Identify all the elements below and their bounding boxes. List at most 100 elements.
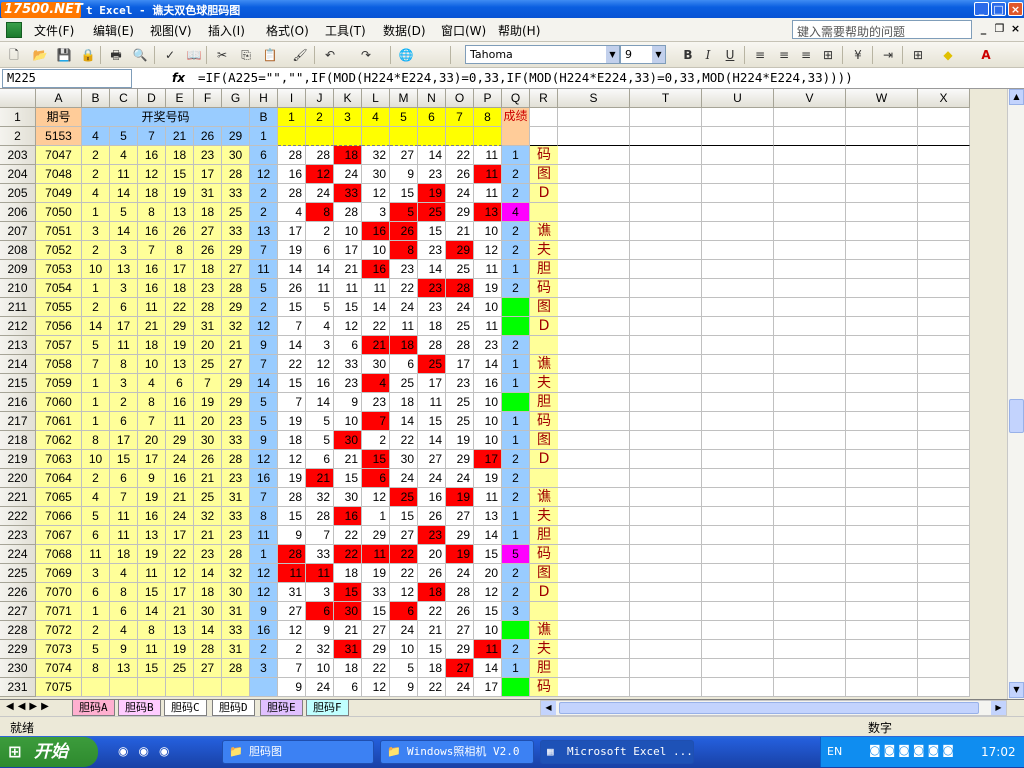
cell[interactable] [558, 165, 630, 184]
cell[interactable] [918, 526, 970, 545]
cell[interactable] [630, 602, 702, 621]
row-header[interactable]: 216 [0, 393, 36, 412]
red-ball-cell[interactable]: 21 [194, 469, 222, 488]
cell[interactable] [846, 526, 918, 545]
red-ball-cell[interactable]: 21 [194, 526, 222, 545]
red-ball-cell[interactable]: 25 [194, 488, 222, 507]
blue-ball-cell[interactable]: 2 [250, 203, 278, 222]
help-search-input[interactable]: 键入需要帮助的问题 [792, 20, 972, 39]
issue-cell[interactable]: 7048 [36, 165, 82, 184]
menu-item[interactable]: 工具(T) [325, 22, 366, 39]
cell[interactable] [702, 108, 774, 127]
bile-col-header[interactable]: 6 [418, 108, 446, 127]
bile-cell[interactable]: 18 [418, 317, 446, 336]
cell[interactable] [558, 298, 630, 317]
cell[interactable] [558, 393, 630, 412]
annotation-cell[interactable]: 夫 [530, 374, 558, 393]
blue-ball-cell[interactable]: 16 [250, 469, 278, 488]
row-header[interactable]: 230 [0, 659, 36, 678]
cut-icon[interactable]: ✂ [214, 47, 230, 63]
red-ball-cell[interactable]: 14 [82, 317, 110, 336]
select-all-corner[interactable] [0, 89, 36, 108]
row-header[interactable]: 209 [0, 260, 36, 279]
cell[interactable] [774, 222, 846, 241]
bile-cell[interactable]: 28 [278, 146, 306, 165]
bile-cell[interactable]: 24 [446, 184, 474, 203]
merge-center-icon[interactable]: ⊞ [820, 47, 836, 63]
cell[interactable] [702, 621, 774, 640]
cell[interactable] [558, 184, 630, 203]
issue-header[interactable]: 期号 [36, 108, 82, 127]
tab-sheet[interactable]: 胆码E [260, 700, 303, 716]
red-ball-cell[interactable]: 23 [222, 526, 250, 545]
bile-cell[interactable]: 29 [446, 241, 474, 260]
blue-ball-cell[interactable]: 11 [250, 526, 278, 545]
bile-cell[interactable]: 17 [334, 241, 362, 260]
task-camera[interactable]: 📁 Windows照相机 V2.0 [380, 740, 534, 764]
red-ball-cell[interactable]: 12 [166, 564, 194, 583]
red-ball-cell[interactable]: 7 [138, 412, 166, 431]
cell[interactable] [918, 165, 970, 184]
cell[interactable] [846, 355, 918, 374]
cell[interactable] [846, 469, 918, 488]
bile-cell[interactable]: 18 [334, 146, 362, 165]
red-ball-cell[interactable]: 6 [110, 298, 138, 317]
bile-cell[interactable]: 3 [306, 336, 334, 355]
blue-ball-cell[interactable]: 7 [250, 355, 278, 374]
bile-cell[interactable]: 22 [390, 431, 418, 450]
bile-cell[interactable]: 8 [306, 203, 334, 222]
red-ball-cell[interactable]: 2 [82, 621, 110, 640]
bile-cell[interactable]: 23 [334, 374, 362, 393]
red-ball-cell[interactable]: 5 [82, 640, 110, 659]
currency-icon[interactable]: ¥ [850, 47, 866, 63]
cell[interactable] [702, 469, 774, 488]
red-ball-cell[interactable]: 29 [222, 374, 250, 393]
cell[interactable] [774, 583, 846, 602]
bile-cell[interactable]: 6 [390, 602, 418, 621]
cell[interactable] [774, 108, 846, 127]
red-ball-cell[interactable]: 21 [166, 602, 194, 621]
annotation-cell[interactable]: 夫 [530, 507, 558, 526]
bile-cell[interactable]: 29 [446, 640, 474, 659]
tab-sheet[interactable]: 胆码C [164, 700, 207, 716]
bile-cell[interactable]: 24 [446, 678, 474, 697]
bile-cell[interactable]: 12 [474, 241, 502, 260]
bile-cell[interactable]: 28 [278, 184, 306, 203]
column-header[interactable]: G [222, 89, 250, 108]
cell[interactable] [918, 431, 970, 450]
bile-cell[interactable]: 27 [390, 146, 418, 165]
cell[interactable] [918, 488, 970, 507]
bile-cell[interactable]: 11 [474, 146, 502, 165]
bile-cell[interactable]: 11 [474, 184, 502, 203]
bile-cell[interactable]: 26 [446, 602, 474, 621]
score-cell[interactable]: 2 [502, 279, 530, 298]
row-header[interactable]: 208 [0, 241, 36, 260]
red-ball-cell[interactable]: 27 [194, 222, 222, 241]
cell[interactable] [918, 469, 970, 488]
doc-close-button[interactable]: × [1008, 22, 1023, 36]
bile-cell[interactable]: 14 [278, 260, 306, 279]
bile-col-header[interactable]: 3 [334, 108, 362, 127]
bile-cell[interactable]: 24 [390, 298, 418, 317]
bile-cell[interactable]: 30 [362, 165, 390, 184]
fx-icon[interactable]: fx [172, 71, 185, 85]
red-ball-cell[interactable]: 19 [166, 640, 194, 659]
fill-color-icon[interactable]: ◆ [940, 47, 956, 63]
bile-cell[interactable]: 8 [390, 241, 418, 260]
cell[interactable] [630, 450, 702, 469]
red-ball-cell[interactable]: 16 [166, 469, 194, 488]
blue-ball-cell[interactable]: 16 [250, 621, 278, 640]
cell[interactable] [774, 450, 846, 469]
bile-cell[interactable]: 32 [362, 146, 390, 165]
red-ball-cell[interactable]: 18 [110, 545, 138, 564]
score-cell[interactable]: 1 [502, 659, 530, 678]
red-ball-cell[interactable]: 4 [82, 184, 110, 203]
score-cell[interactable]: 1 [502, 355, 530, 374]
score-cell[interactable] [502, 317, 530, 336]
red-ball-cell[interactable]: 28 [222, 545, 250, 564]
cell[interactable] [558, 469, 630, 488]
red-ball-cell[interactable]: 11 [82, 545, 110, 564]
bile-cell[interactable]: 23 [446, 374, 474, 393]
cell[interactable] [702, 431, 774, 450]
doc-minimize-button[interactable]: _ [976, 22, 991, 36]
